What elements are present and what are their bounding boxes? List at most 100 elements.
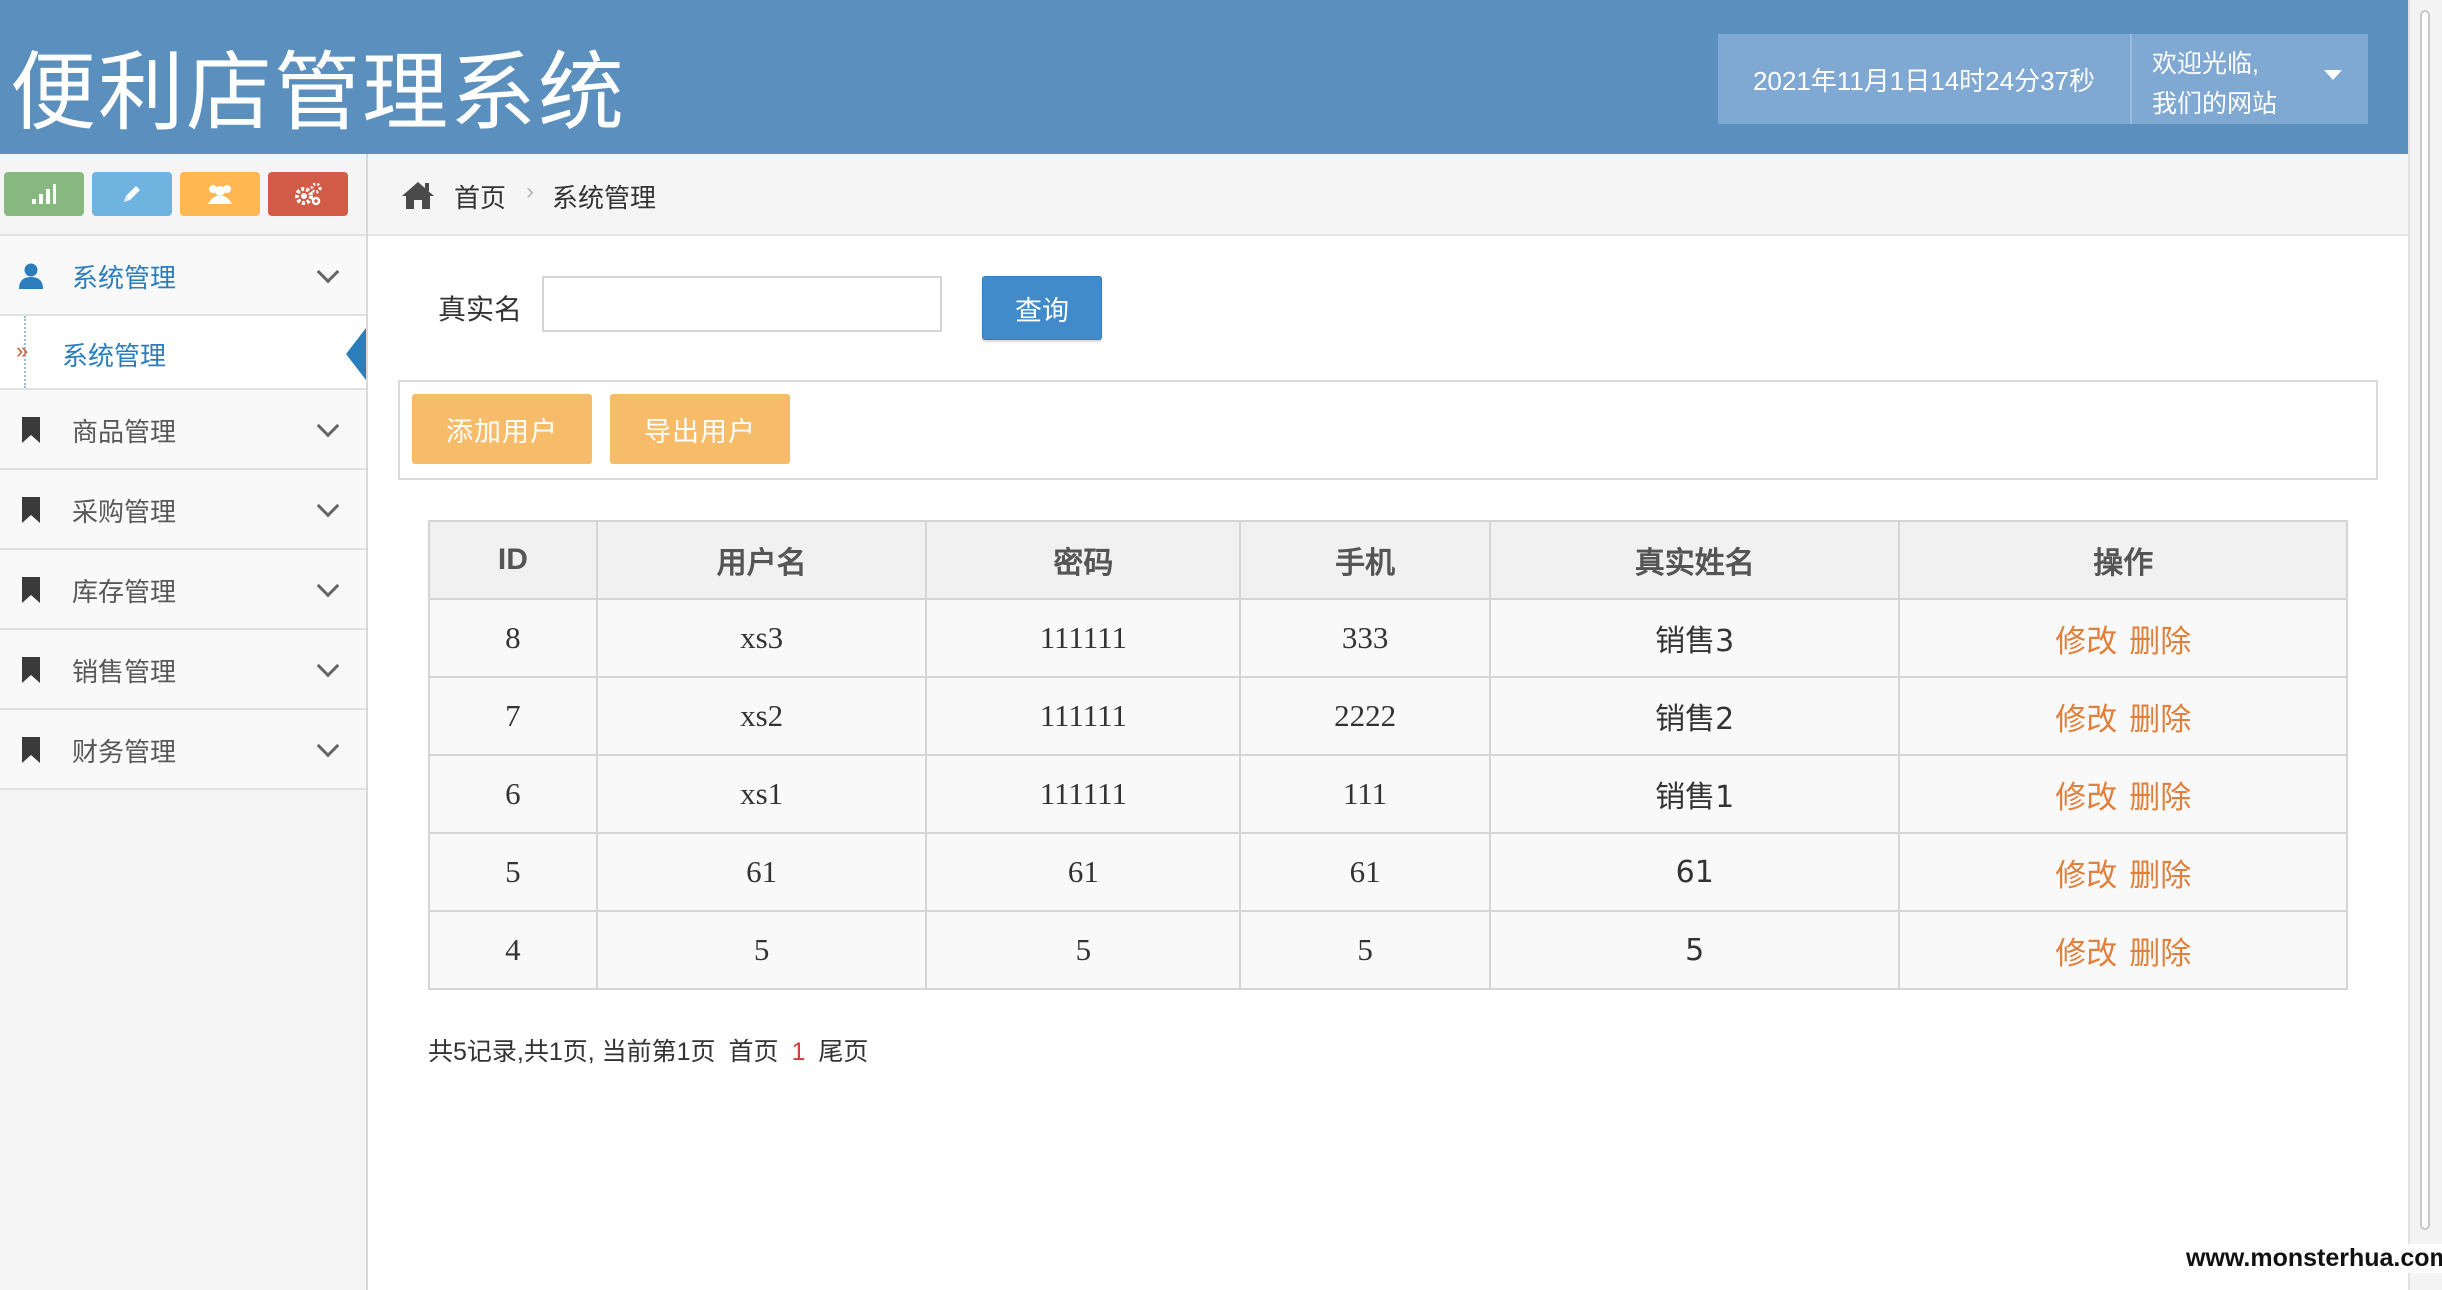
column-header-realname: 真实姓名	[1488, 520, 1901, 600]
sidebar-item-goods[interactable]: 商品管理	[0, 390, 366, 470]
table-header-row: ID 用户名 密码 手机 真实姓名 操作	[428, 520, 2348, 600]
chevron-down-icon	[316, 414, 340, 438]
delete-link[interactable]: 删除	[2129, 858, 2191, 894]
cell-password: 111111	[925, 676, 1242, 756]
column-header-password: 密码	[925, 520, 1242, 600]
export-users-button[interactable]: 导出用户	[610, 394, 790, 464]
sidebar-item-purchase[interactable]: 采购管理	[0, 470, 366, 550]
column-header-username: 用户名	[595, 520, 928, 600]
sidebar-item-label: 销售管理	[72, 657, 177, 687]
edit-link[interactable]: 修改	[2055, 624, 2117, 660]
users-icon	[208, 185, 232, 204]
welcome-line2: 我们的网站	[2152, 90, 2278, 118]
pencil-icon	[124, 186, 140, 202]
column-header-phone: 手机	[1239, 520, 1491, 600]
cell-actions: 修改 删除	[1898, 910, 2348, 990]
sidebar-item-label: 系统管理	[72, 263, 177, 293]
double-angle-right-icon: »	[16, 338, 29, 363]
cell-username: xs3	[595, 598, 928, 678]
pagination-summary: 共5记录,共1页, 当前第1页	[428, 1038, 716, 1066]
cell-id: 8	[428, 598, 598, 678]
cell-realname: 销售3	[1488, 598, 1901, 678]
table-row: 6 xs1 111111 111 销售1 修改 删除	[428, 754, 2348, 834]
sidebar-item-sales[interactable]: 销售管理	[0, 630, 366, 710]
breadcrumb-current: 系统管理	[552, 183, 657, 213]
bookmark-icon	[22, 737, 40, 763]
home-icon	[402, 182, 434, 209]
cell-password: 111111	[925, 598, 1242, 678]
shortcut-button-settings[interactable]	[268, 172, 348, 216]
cell-realname: 5	[1488, 910, 1901, 990]
sidebar-item-label: 财务管理	[72, 737, 177, 767]
shortcut-button-stats[interactable]	[4, 172, 84, 216]
table-row: 8 xs3 111111 333 销售3 修改 删除	[428, 598, 2348, 678]
cell-phone: 2222	[1239, 676, 1491, 756]
bookmark-icon	[22, 497, 40, 523]
last-page-link[interactable]: 尾页	[818, 1038, 868, 1066]
delete-link[interactable]: 删除	[2129, 936, 2191, 972]
submenu-item-system[interactable]: » 系统管理	[0, 316, 366, 390]
realname-search-input[interactable]	[542, 276, 942, 332]
app-title: 便利店管理系统	[10, 43, 626, 143]
cell-actions: 修改 删除	[1898, 754, 2348, 834]
cell-actions: 修改 删除	[1898, 676, 2348, 756]
shortcut-button-users[interactable]	[180, 172, 260, 216]
edit-link[interactable]: 修改	[2055, 702, 2117, 738]
cell-password: 61	[925, 832, 1242, 912]
cell-username: xs1	[595, 754, 928, 834]
chevron-down-icon	[316, 494, 340, 518]
sidebar-item-label: 商品管理	[72, 417, 177, 447]
breadcrumb: 首页 › 系统管理	[368, 154, 2408, 236]
cell-username: 5	[595, 910, 928, 990]
cell-realname: 61	[1488, 832, 1901, 912]
column-header-actions: 操作	[1898, 520, 2348, 600]
cell-phone: 5	[1239, 910, 1491, 990]
cell-id: 5	[428, 832, 598, 912]
cell-password: 5	[925, 910, 1242, 990]
table-row: 4 5 5 5 5 修改 删除	[428, 910, 2348, 990]
cell-phone: 333	[1239, 598, 1491, 678]
signal-icon	[32, 184, 56, 204]
sidebar-item-finance[interactable]: 财务管理	[0, 710, 366, 790]
current-page-number[interactable]: 1	[791, 1038, 805, 1066]
users-table: ID 用户名 密码 手机 真实姓名 操作 8 xs3 111111 333 销售…	[428, 520, 2348, 990]
cell-id: 7	[428, 676, 598, 756]
cell-phone: 61	[1239, 832, 1491, 912]
action-toolbar: 添加用户 导出用户	[398, 380, 2378, 480]
window-scrollbar-thumb[interactable]	[2420, 10, 2430, 1230]
cell-phone: 111	[1239, 754, 1491, 834]
query-button[interactable]: 查询	[982, 276, 1102, 340]
cell-password: 111111	[925, 754, 1242, 834]
sidebar-shortcuts	[0, 154, 366, 236]
cell-username: 61	[595, 832, 928, 912]
cell-username: xs2	[595, 676, 928, 756]
table-row: 5 61 61 61 61 修改 删除	[428, 832, 2348, 912]
cell-realname: 销售2	[1488, 676, 1901, 756]
cell-actions: 修改 删除	[1898, 598, 2348, 678]
edit-link[interactable]: 修改	[2055, 936, 2117, 972]
sidebar-item-system[interactable]: 系统管理	[0, 236, 366, 316]
cogs-icon	[295, 182, 322, 206]
sidebar-item-inventory[interactable]: 库存管理	[0, 550, 366, 630]
first-page-link[interactable]: 首页	[729, 1038, 779, 1066]
shortcut-button-edit[interactable]	[92, 172, 172, 216]
cell-realname: 销售1	[1488, 754, 1901, 834]
user-menu-dropdown[interactable]: 欢迎光临, 我们的网站	[2132, 34, 2368, 124]
breadcrumb-home-link[interactable]: 首页	[454, 178, 506, 215]
delete-link[interactable]: 删除	[2129, 702, 2191, 738]
submenu-item-label: 系统管理	[62, 341, 167, 371]
watermark: www.monsterhua.com	[2182, 1244, 2442, 1273]
edit-link[interactable]: 修改	[2055, 780, 2117, 816]
add-user-button[interactable]: 添加用户	[412, 394, 592, 464]
datetime-display: 2021年11月1日14时24分37秒	[1718, 34, 2132, 124]
user-icon	[19, 263, 43, 289]
cell-actions: 修改 删除	[1898, 832, 2348, 912]
search-label: 真实名	[438, 294, 523, 325]
breadcrumb-separator: ›	[526, 178, 534, 205]
delete-link[interactable]: 删除	[2129, 624, 2191, 660]
cell-id: 6	[428, 754, 598, 834]
delete-link[interactable]: 删除	[2129, 780, 2191, 816]
edit-link[interactable]: 修改	[2055, 858, 2117, 894]
pagination: 共5记录,共1页, 当前第1页 首页 1 尾页	[428, 1032, 868, 1068]
header-user-area: 2021年11月1日14时24分37秒 欢迎光临, 我们的网站	[1718, 34, 2368, 124]
